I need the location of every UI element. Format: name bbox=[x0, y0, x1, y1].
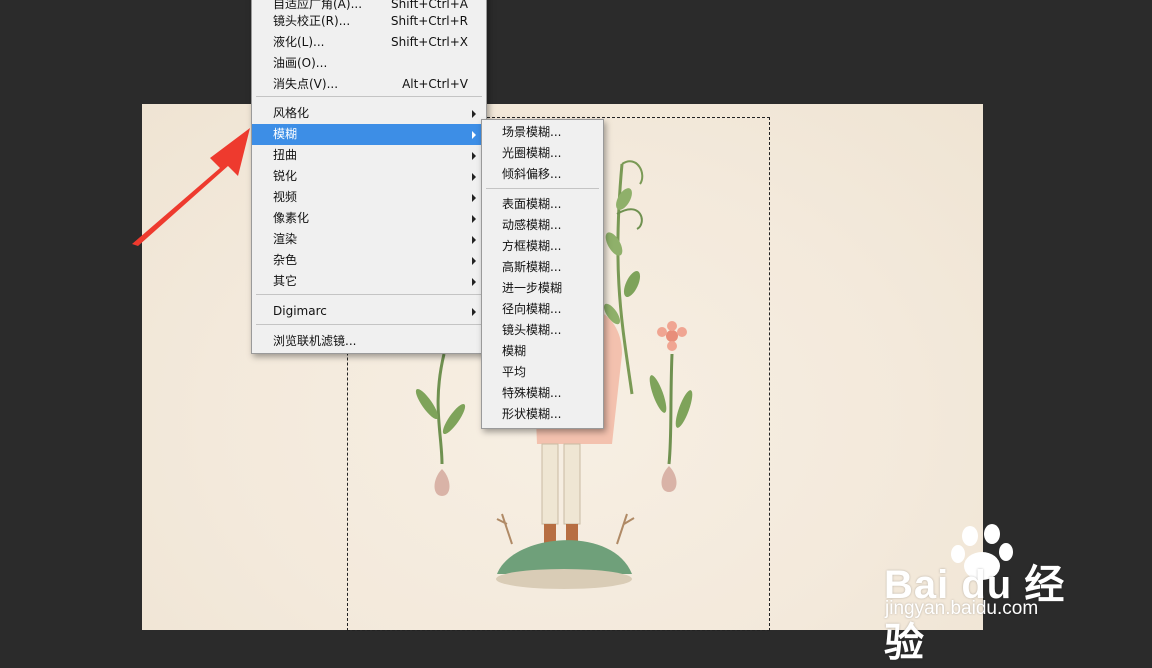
menu-item-10[interactable]: 像素化 bbox=[252, 208, 486, 229]
filter-menu: 自适应广角(A)... Shift+Ctrl+A 镜头校正(R)... Shift+C… bbox=[251, 0, 487, 354]
menu-item-13[interactable]: 其它 bbox=[252, 271, 486, 292]
blur-item-2[interactable]: 倾斜偏移... bbox=[482, 164, 603, 185]
submenu-arrow-icon bbox=[472, 278, 476, 286]
submenu-arrow-icon bbox=[472, 152, 476, 160]
menu-item-label: 视频 bbox=[273, 190, 298, 204]
blur-item-label: 动感模糊... bbox=[502, 218, 562, 232]
menu-item-5[interactable]: 风格化 bbox=[252, 103, 486, 124]
blur-item-12[interactable]: 特殊模糊... bbox=[482, 383, 603, 404]
submenu-arrow-icon bbox=[472, 131, 476, 139]
blur-item-3[interactable]: 表面模糊... bbox=[482, 194, 603, 215]
menu-item-label: 消失点(V)... bbox=[273, 77, 339, 91]
menu-item-11[interactable]: 渲染 bbox=[252, 229, 486, 250]
menu-item-shortcut: Shift+Ctrl+X bbox=[391, 35, 468, 49]
menu-separator bbox=[256, 96, 482, 97]
red-arrow-annotation bbox=[132, 128, 250, 246]
menu-item-shortcut: Alt+Ctrl+V bbox=[402, 77, 468, 91]
blur-item-label: 镜头模糊... bbox=[502, 323, 562, 337]
blur-item-6[interactable]: 高斯模糊... bbox=[482, 257, 603, 278]
blur-item-1[interactable]: 光圈模糊... bbox=[482, 143, 603, 164]
blur-item-0[interactable]: 场景模糊... bbox=[482, 122, 603, 143]
blur-item-5[interactable]: 方框模糊... bbox=[482, 236, 603, 257]
blur-item-label: 表面模糊... bbox=[502, 197, 562, 211]
baidu-watermark: Bai du 经验 jingyan.baidu.com bbox=[884, 522, 1104, 665]
menu-item-label: 镜头校正(R)... bbox=[273, 14, 351, 28]
menu-item-label: 自适应广角(A)... bbox=[273, 0, 363, 11]
menu-item-14[interactable]: Digimarc bbox=[252, 301, 486, 322]
menu-item-label: 其它 bbox=[273, 274, 298, 288]
submenu-arrow-icon bbox=[472, 236, 476, 244]
submenu-arrow-icon bbox=[472, 308, 476, 316]
blur-item-label: 光圈模糊... bbox=[502, 146, 562, 160]
menu-item-label: 像素化 bbox=[273, 211, 310, 225]
menu-item-6[interactable]: 模糊 bbox=[252, 124, 486, 145]
menu-separator bbox=[256, 324, 482, 325]
blur-item-label: 倾斜偏移... bbox=[502, 167, 562, 181]
submenu-arrow-icon bbox=[472, 110, 476, 118]
menu-item-8[interactable]: 锐化 bbox=[252, 166, 486, 187]
submenu-arrow-icon bbox=[472, 194, 476, 202]
submenu-arrow-icon bbox=[472, 173, 476, 181]
blur-item-label: 场景模糊... bbox=[502, 125, 562, 139]
menu-item-shortcut: Shift+Ctrl+R bbox=[390, 14, 468, 28]
blur-item-label: 进一步模糊 bbox=[502, 281, 563, 295]
blur-submenu: 场景模糊... 光圈模糊... 倾斜偏移... 表面模糊... 动感模糊... 方框模糊.… bbox=[481, 119, 604, 429]
blur-item-11[interactable]: 平均 bbox=[482, 362, 603, 383]
menu-item-label: 渲染 bbox=[273, 232, 298, 246]
menu-item-label: 浏览联机滤镜... bbox=[273, 334, 357, 348]
menu-separator bbox=[486, 188, 599, 189]
menu-item-label: 扭曲 bbox=[273, 148, 298, 162]
menu-item-label: 油画(O)... bbox=[273, 56, 328, 70]
menu-item-15[interactable]: 浏览联机滤镜... bbox=[252, 331, 486, 352]
menu-item-label: 模糊 bbox=[273, 127, 298, 141]
blur-item-label: 径向模糊... bbox=[502, 302, 562, 316]
menu-item-12[interactable]: 杂色 bbox=[252, 250, 486, 271]
menu-item-label: 液化(L)... bbox=[273, 35, 325, 49]
blur-item-label: 形状模糊... bbox=[502, 407, 562, 421]
blur-item-4[interactable]: 动感模糊... bbox=[482, 215, 603, 236]
menu-item-label: Digimarc bbox=[273, 304, 327, 318]
menu-separator bbox=[256, 294, 482, 295]
menu-item-label: 锐化 bbox=[273, 169, 298, 183]
menu-item-1[interactable]: 镜头校正(R)... Shift+Ctrl+R bbox=[252, 11, 486, 32]
blur-item-label: 特殊模糊... bbox=[502, 386, 562, 400]
menu-item-9[interactable]: 视频 bbox=[252, 187, 486, 208]
watermark-url: jingyan.baidu.com bbox=[885, 598, 1039, 619]
submenu-arrow-icon bbox=[472, 215, 476, 223]
menu-item-label: 风格化 bbox=[273, 106, 310, 120]
submenu-arrow-icon bbox=[472, 257, 476, 265]
blur-item-13[interactable]: 形状模糊... bbox=[482, 404, 603, 425]
menu-item-4[interactable]: 消失点(V)... Alt+Ctrl+V bbox=[252, 74, 486, 95]
blur-item-label: 模糊 bbox=[502, 344, 527, 358]
menu-item-7[interactable]: 扭曲 bbox=[252, 145, 486, 166]
menu-item-3[interactable]: 油画(O)... bbox=[252, 53, 486, 74]
blur-item-7[interactable]: 进一步模糊 bbox=[482, 278, 603, 299]
menu-item-2[interactable]: 液化(L)... Shift+Ctrl+X bbox=[252, 32, 486, 53]
blur-item-10[interactable]: 模糊 bbox=[482, 341, 603, 362]
blur-item-8[interactable]: 径向模糊... bbox=[482, 299, 603, 320]
blur-item-label: 高斯模糊... bbox=[502, 260, 562, 274]
blur-item-9[interactable]: 镜头模糊... bbox=[482, 320, 603, 341]
blur-item-label: 平均 bbox=[502, 365, 527, 379]
menu-item-label: 杂色 bbox=[273, 253, 298, 267]
blur-item-label: 方框模糊... bbox=[502, 239, 562, 253]
